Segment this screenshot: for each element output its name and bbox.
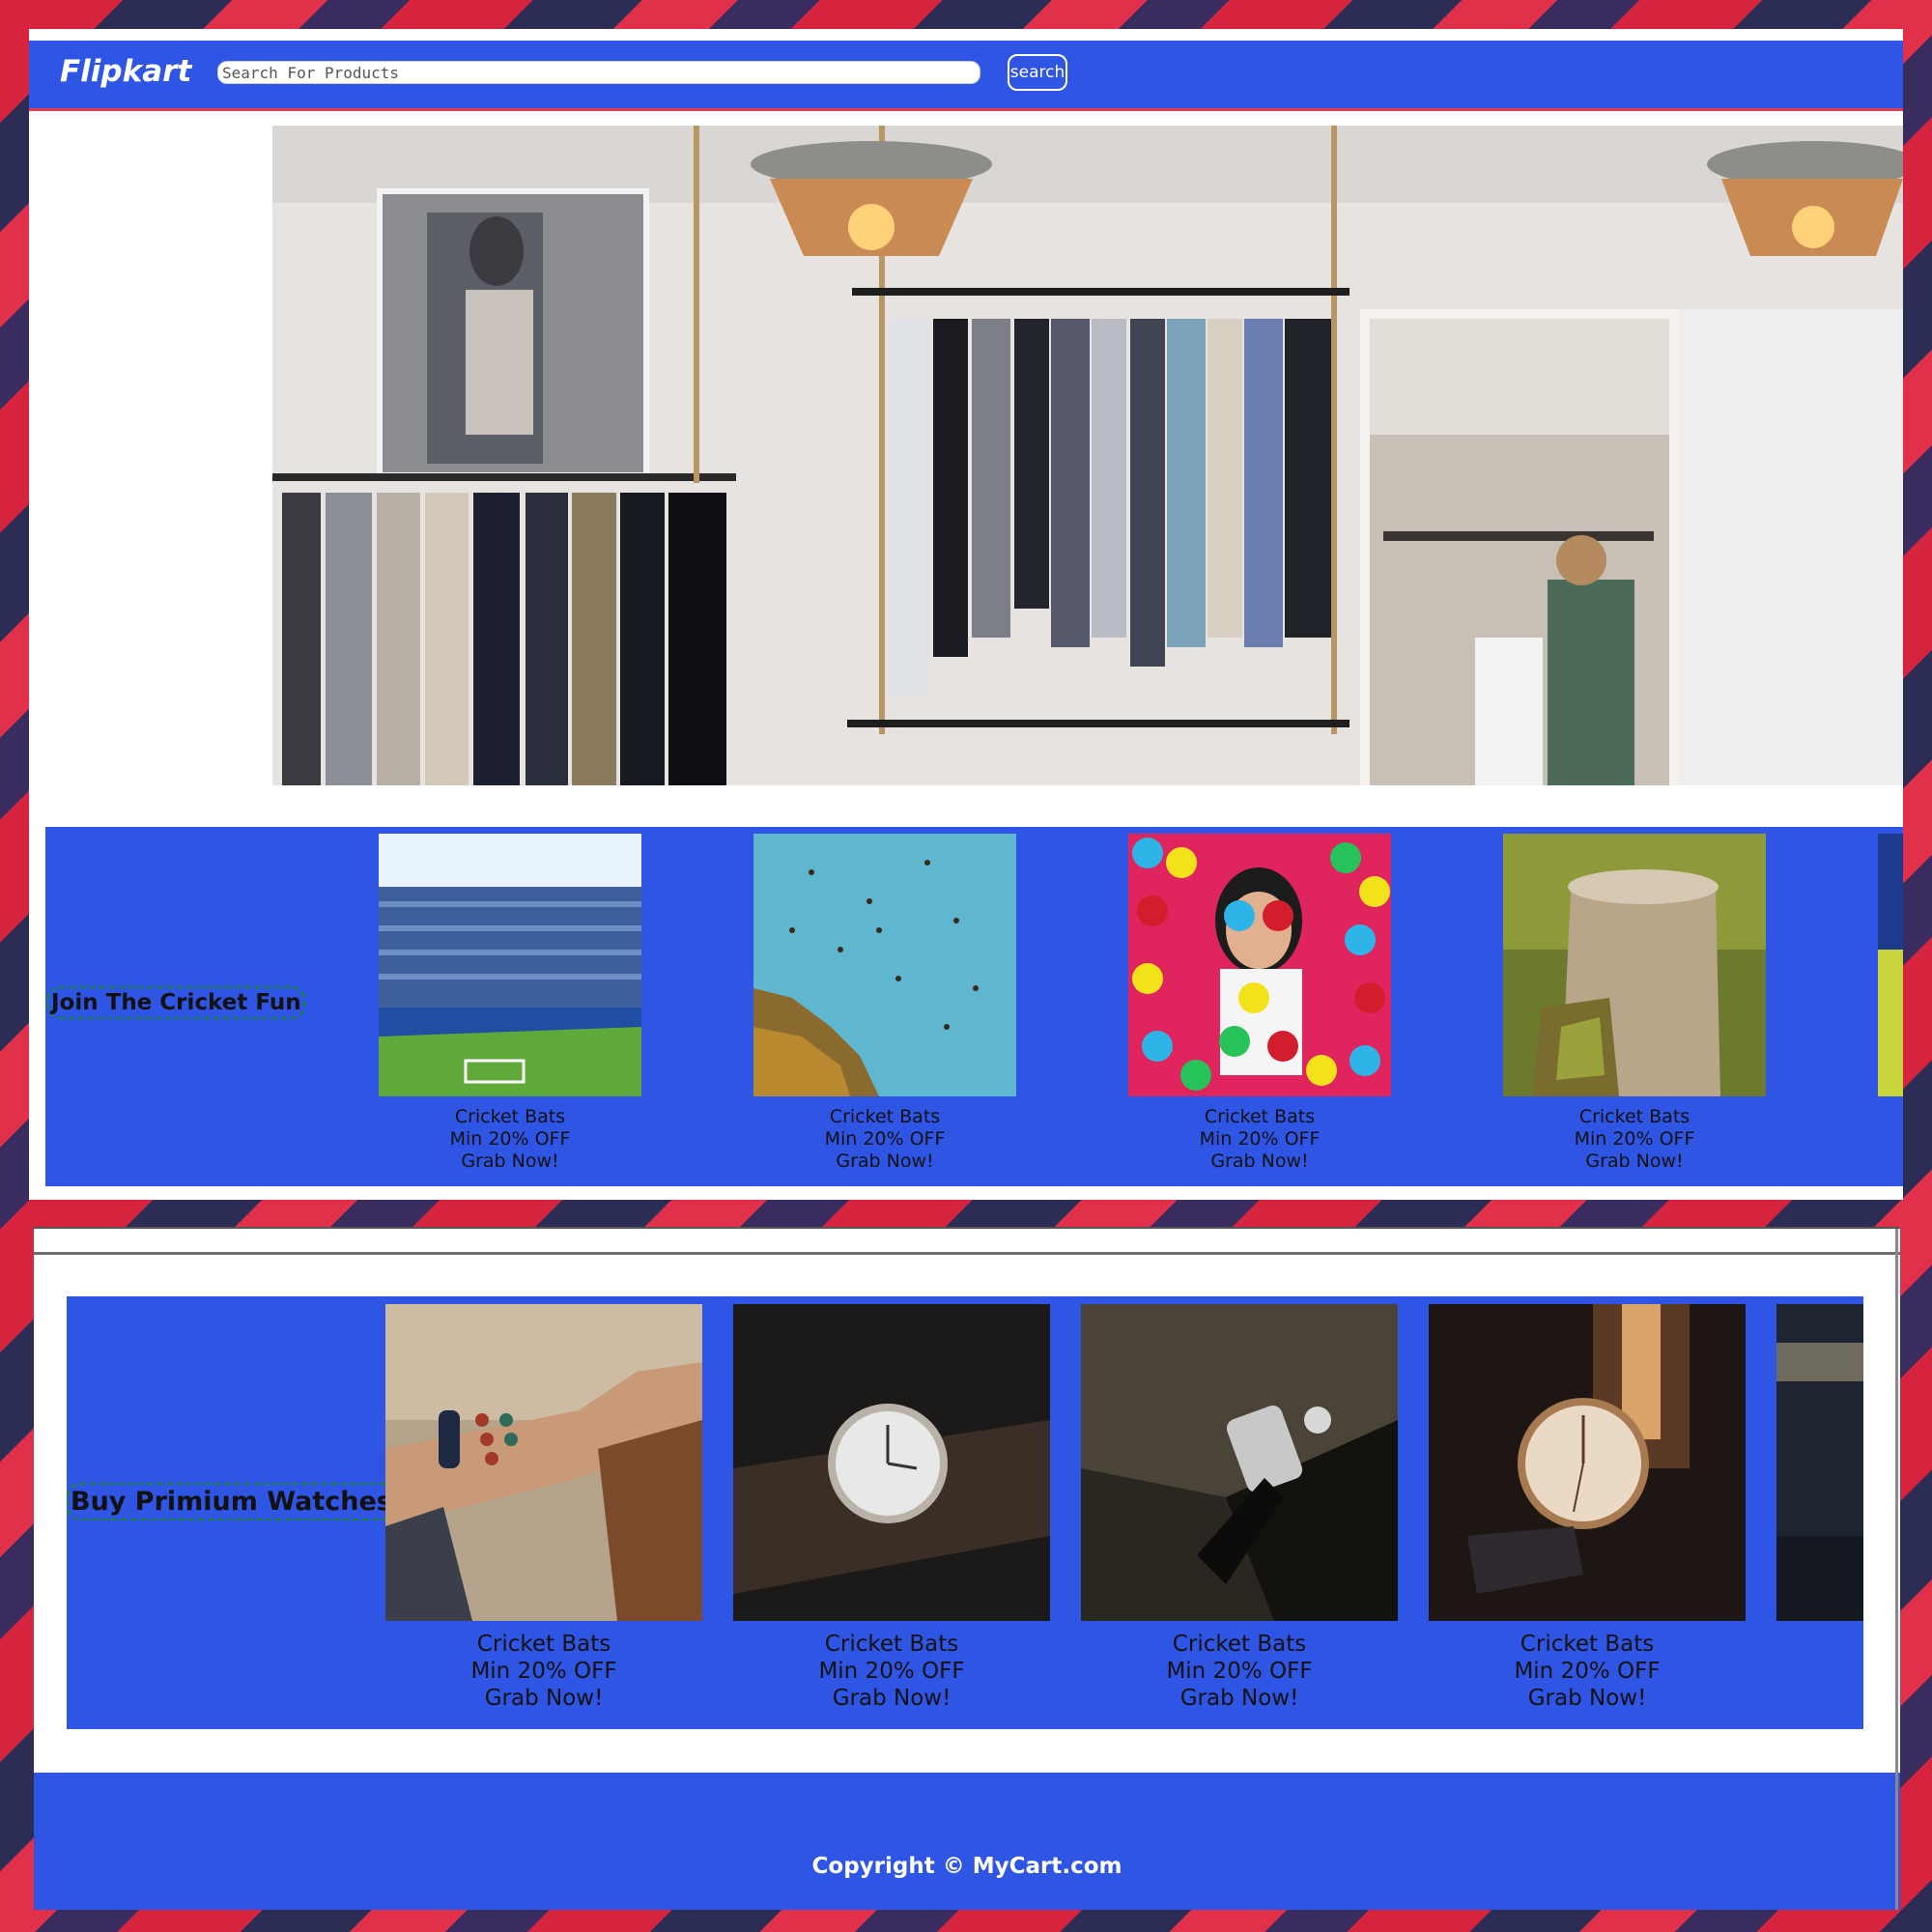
cricket-offers-strip: Join The Cricket Fun Cricket Bats Min 20… [45,827,1903,1186]
search-button[interactable]: search [1008,54,1067,91]
card-title: Cricket Bats [1520,1632,1655,1657]
footer: Copyright © MyCart.com [34,1773,1900,1910]
card-discount: Min 20% OFF [1574,1128,1695,1151]
hero-banner-image [272,126,1903,785]
card-cta: Grab Now! [1527,1686,1647,1712]
product-card[interactable]: Cricket Bats Min 20% OFF Grab Now! [1128,834,1391,1174]
card-discount: Min 20% OFF [824,1128,946,1151]
card-discount: Min 20% OFF [1514,1659,1661,1685]
product-card[interactable]: Cricket Bats Min 20% OFF Grab Now! [753,834,1016,1174]
wrist-bracelets-photo [385,1304,702,1621]
card-title: Cricket Bats [824,1632,959,1657]
section-title: Buy Primium Watches [67,1483,396,1520]
card-title: Cricket Bats [1578,1106,1690,1127]
card-discount: Min 20% OFF [449,1128,571,1151]
search-input[interactable] [217,61,980,84]
stadium-photo [379,834,641,1096]
birds-sky-photo [753,834,1016,1096]
card-cta: Grab Now! [461,1151,559,1173]
gold-watch-photo [1429,1304,1746,1621]
watches-page-window: Buy Primium Watches Cricket Bats Min 20%… [34,1227,1900,1910]
wristwatch-dark-photo [733,1304,1050,1621]
card-cta: Grab Now! [836,1151,934,1173]
product-card[interactable]: Cricket Bats Min 20% OFF Grab Now! [1081,1304,1398,1712]
metal-watch-photo [1081,1304,1398,1621]
product-card[interactable]: Cricket Bats Min 20% OFF Grab Now! [1429,1304,1746,1712]
product-card[interactable]: Cricket Bats Min 20% OFF Grab Now! [1503,834,1766,1174]
vertical-scrollbar[interactable] [1895,1229,1898,1910]
section-title: Join The Cricket Fun [47,986,305,1019]
card-title: Cricket Bats [1204,1106,1316,1127]
product-card[interactable]: Cricket Bats Min 20% OFF Grab Now! [385,1304,702,1712]
product-photo [1776,1304,1863,1621]
tree-stump-photo [1503,834,1766,1096]
copyright-text: Copyright © MyCart.com [811,1854,1122,1879]
product-card-partial[interactable] [1878,834,1903,1096]
card-discount: Min 20% OFF [1166,1659,1313,1685]
card-cta: Grab Now! [832,1686,952,1712]
brand-logo[interactable]: Flipkart [60,54,191,89]
card-cta: Grab Now! [1585,1151,1684,1173]
product-card[interactable]: Cricket Bats Min 20% OFF Grab Now! [733,1304,1050,1712]
ball-pit-photo [1128,834,1391,1096]
product-photo [1878,834,1903,1096]
watches-offers-strip: Buy Primium Watches Cricket Bats Min 20%… [67,1296,1863,1729]
card-title: Cricket Bats [829,1106,941,1127]
navbar: Flipkart search [29,41,1903,111]
card-cta: Grab Now! [1210,1151,1309,1173]
divider [34,1252,1900,1255]
product-card-partial[interactable] [1776,1304,1863,1621]
card-cta: Grab Now! [1179,1686,1299,1712]
home-page-window: Flipkart search [29,29,1903,1200]
card-cta: Grab Now! [484,1686,604,1712]
card-discount: Min 20% OFF [1199,1128,1321,1151]
card-discount: Min 20% OFF [818,1659,965,1685]
product-card[interactable]: Cricket Bats Min 20% OFF Grab Now! [379,834,641,1174]
card-title: Cricket Bats [476,1632,611,1657]
card-discount: Min 20% OFF [470,1659,617,1685]
card-title: Cricket Bats [1172,1632,1307,1657]
card-title: Cricket Bats [454,1106,566,1127]
